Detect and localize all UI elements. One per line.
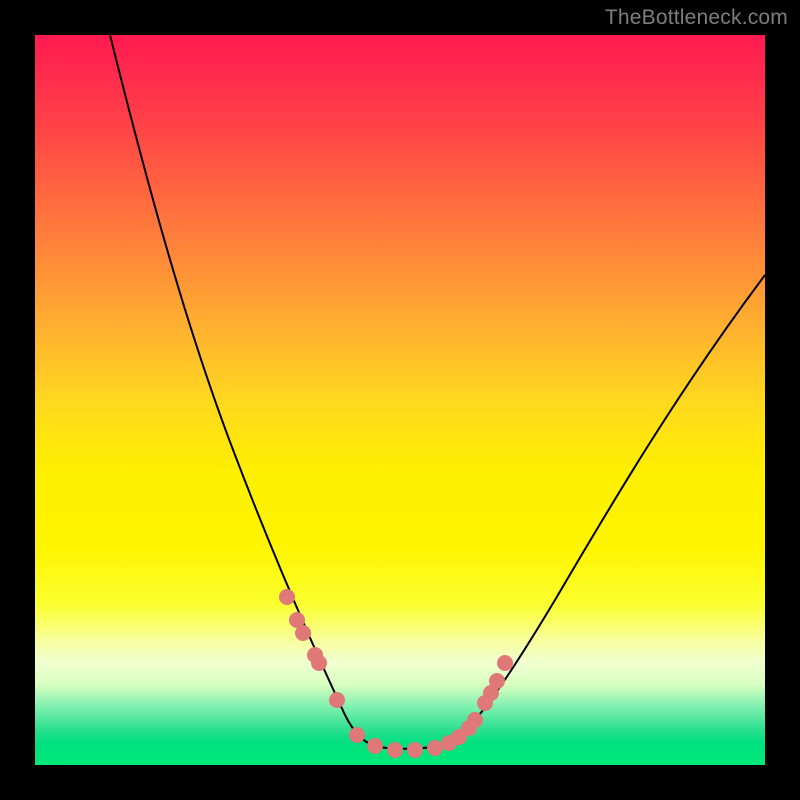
dot [311,655,327,671]
watermark-text: TheBottleneck.com [605,6,788,30]
chart-overlay [35,35,765,765]
highlighted-dots [279,589,513,758]
dot [407,742,423,758]
dot [279,589,295,605]
dot [367,738,383,754]
dot [295,625,311,641]
dot [349,727,365,743]
dot [329,692,345,708]
chart-plot-area [35,35,765,765]
dot [489,673,505,689]
dot [387,742,403,758]
dot [497,655,513,671]
curve-right-branch [450,275,765,743]
dot [467,712,483,728]
curve-left-branch [110,35,375,746]
dot [427,740,443,756]
